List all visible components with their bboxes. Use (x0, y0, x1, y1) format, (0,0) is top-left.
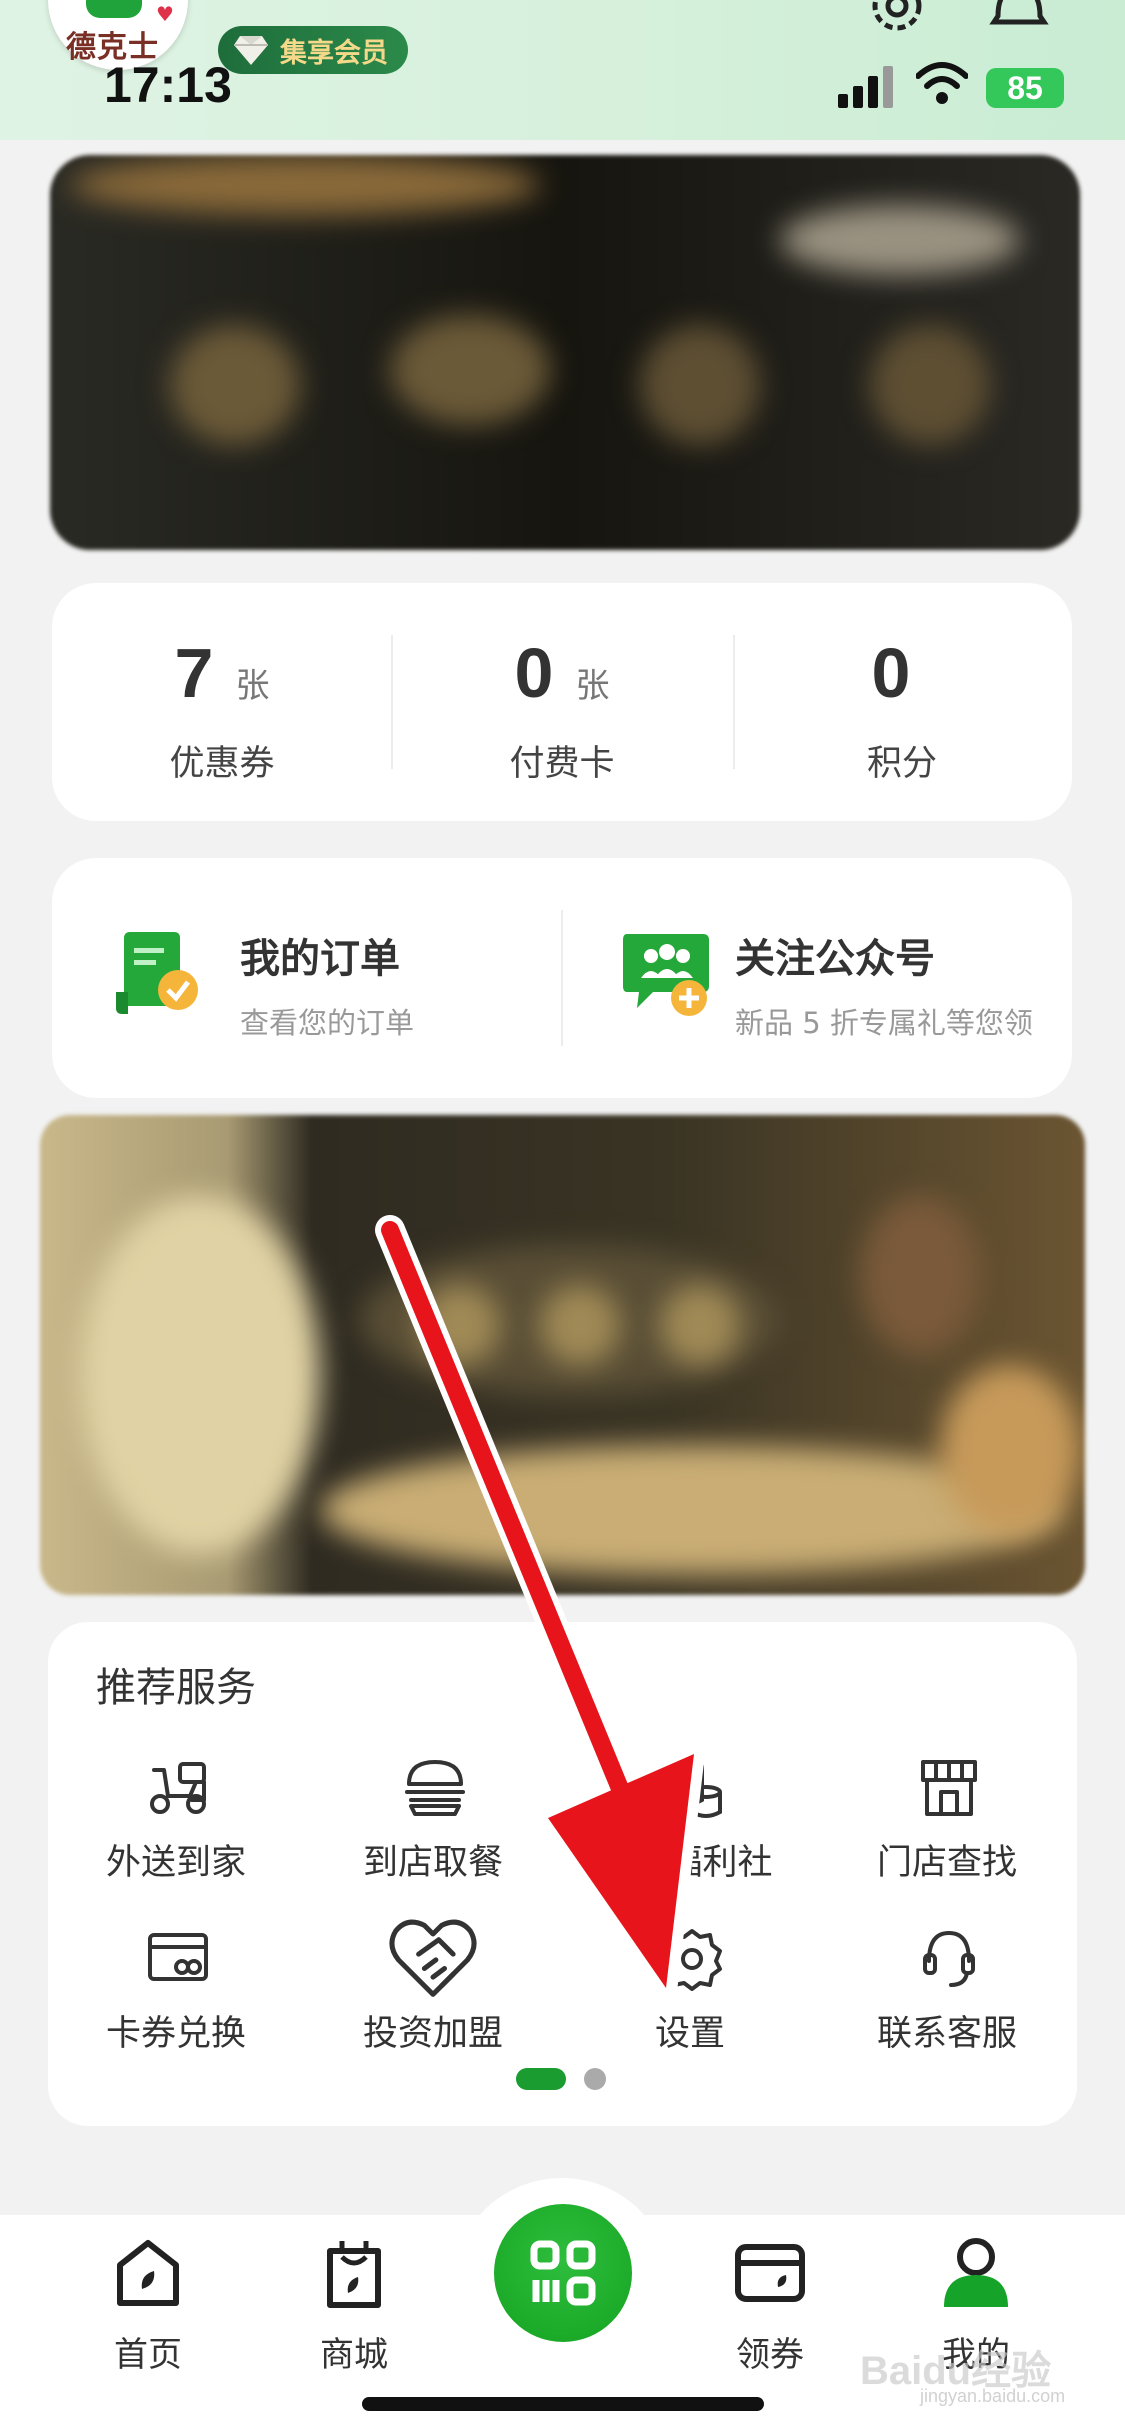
brand-logo-mark (86, 0, 142, 18)
service-franchise[interactable]: 投资加盟 (313, 1911, 553, 2054)
battery-indicator: 85 (986, 68, 1064, 108)
service-delivery[interactable]: 外送到家 (56, 1756, 296, 1883)
stat-value: 0 (514, 634, 554, 712)
service-card-exchange[interactable]: 卡券兑换 (56, 1927, 296, 2054)
tab-home[interactable]: 首页 (68, 2237, 228, 2377)
stat-value: 7 (174, 634, 214, 712)
service-label: 设置 (654, 2014, 725, 2054)
diamond-icon (234, 36, 268, 65)
handshake-icon (389, 1919, 477, 1997)
service-customer-support[interactable]: 联系客服 (827, 1927, 1067, 2054)
my-orders-title: 我的订单 (240, 936, 400, 982)
service-welfare[interactable]: 福利社 (570, 1756, 810, 1883)
service-label: 门店查找 (876, 1843, 1017, 1883)
bell-icon[interactable] (984, 0, 1054, 43)
stat-value: 0 (871, 634, 911, 712)
stats-card: 7张 优惠券 0张 付费卡 0 积分 (52, 583, 1072, 821)
group-chat-icon (623, 934, 709, 1016)
promo-banner-top[interactable] (50, 155, 1080, 550)
stat-paid-cards[interactable]: 0张 付费卡 (392, 583, 732, 821)
service-label: 卡券兑换 (105, 2014, 246, 2054)
pager-dot-active[interactable] (516, 2068, 566, 2090)
my-orders-subtitle: 查看您的订单 (240, 1006, 415, 1040)
scooter-icon (150, 1762, 206, 1814)
tab-label: 首页 (114, 2335, 182, 2375)
services-title: 推荐服务 (96, 1665, 256, 1711)
tab-coupons[interactable]: 领券 (690, 2237, 850, 2377)
gear-icon (662, 1929, 722, 1991)
stat-unit: 张 (575, 667, 610, 705)
card-exchange-icon (148, 1933, 208, 1981)
stat-label: 付费卡 (509, 744, 615, 784)
gear-icon[interactable] (862, 0, 932, 43)
service-label: 联系客服 (876, 2014, 1017, 2054)
member-badge-label: 集享会员 (280, 37, 388, 69)
stat-label: 优惠券 (169, 744, 275, 784)
order-doc-icon (116, 932, 198, 1014)
shopping-bag-icon (327, 2241, 381, 2308)
quick-links-card: 我的订单 查看您的订单 关注公众号 新品 5 折专属礼等您领 (52, 858, 1072, 1098)
wallet-icon (735, 2244, 805, 2302)
service-label: 外送到家 (105, 1843, 246, 1883)
my-orders-link[interactable]: 我的订单 查看您的订单 (52, 858, 562, 1098)
service-pickup[interactable]: 到店取餐 (313, 1756, 553, 1883)
status-time: 17:13 (104, 57, 232, 113)
follow-account-title: 关注公众号 (735, 936, 935, 982)
store-icon (921, 1760, 977, 1816)
home-icon (117, 2240, 179, 2306)
member-badge[interactable]: 集享会员 (218, 26, 408, 74)
scan-code-button[interactable] (494, 2204, 632, 2342)
battery-level: 85 (1007, 69, 1043, 106)
scan-code-icon (530, 2240, 596, 2306)
stat-coupons[interactable]: 7张 优惠券 (52, 583, 392, 821)
headset-icon (923, 1930, 975, 1987)
burger-icon (405, 1760, 465, 1816)
user-icon (944, 2238, 1008, 2307)
signal-icon (838, 66, 893, 108)
home-indicator[interactable] (362, 2397, 764, 2411)
pager-dot[interactable] (584, 2068, 606, 2090)
wifi-icon (916, 62, 968, 104)
coins-icon (664, 1758, 722, 1818)
tab-label: 商城 (320, 2335, 388, 2375)
promo-banner-middle[interactable] (40, 1115, 1085, 1595)
tab-label: 领券 (736, 2335, 804, 2375)
service-store-finder[interactable]: 门店查找 (827, 1756, 1067, 1883)
follow-account-subtitle: 新品 5 折专属礼等您领 (735, 1006, 1033, 1040)
service-settings[interactable]: 设置 (570, 1927, 810, 2054)
stat-label: 积分 (866, 744, 937, 784)
tab-mall[interactable]: 商城 (274, 2237, 434, 2377)
service-label: 到店取餐 (362, 1843, 503, 1883)
service-label: 投资加盟 (362, 2014, 503, 2054)
follow-account-link[interactable]: 关注公众号 新品 5 折专属礼等您领 (563, 858, 1072, 1098)
watermark-url: jingyan.baidu.com (920, 2386, 1066, 2406)
stat-points[interactable]: 0 积分 (732, 583, 1072, 821)
stat-unit: 张 (235, 667, 270, 705)
service-label: 福利社 (667, 1843, 773, 1883)
